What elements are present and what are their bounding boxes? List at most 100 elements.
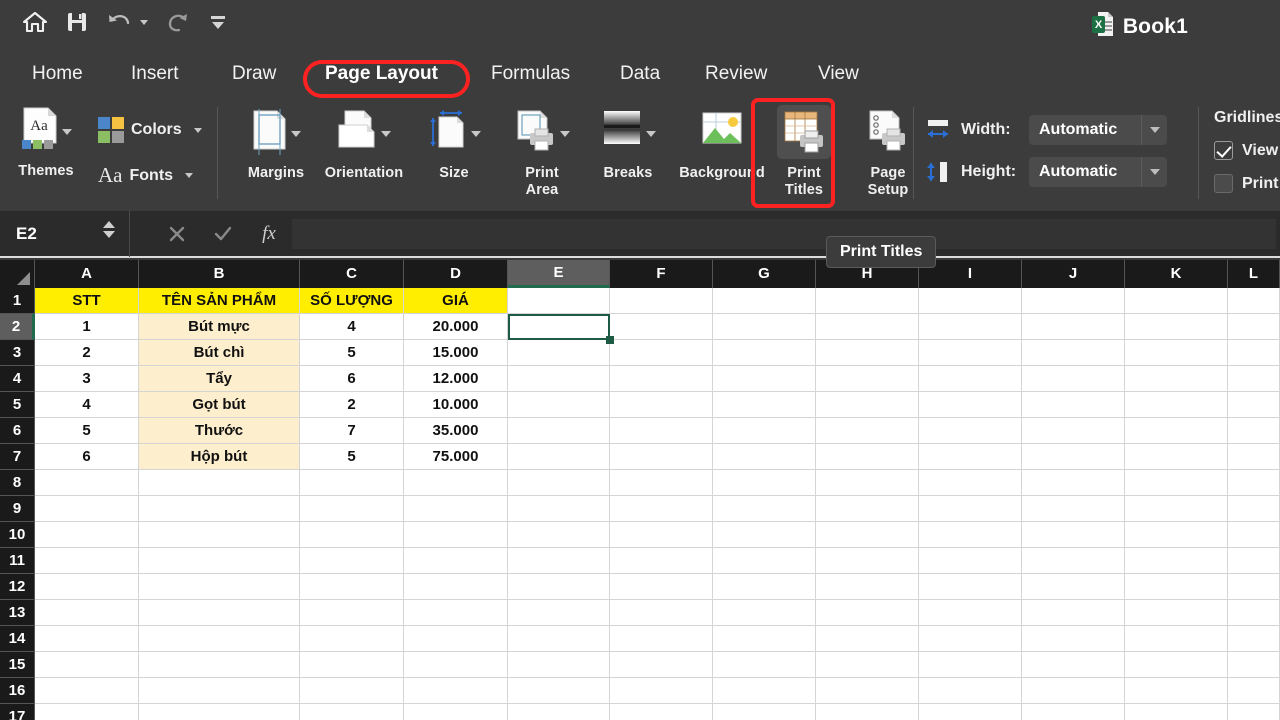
cell-H16[interactable]: [816, 678, 919, 704]
cell-L10[interactable]: [1228, 522, 1280, 548]
cell-F11[interactable]: [610, 548, 713, 574]
cell-H17[interactable]: [816, 704, 919, 720]
cell-H15[interactable]: [816, 652, 919, 678]
cell-I4[interactable]: [919, 366, 1022, 392]
cell-A17[interactable]: [35, 704, 139, 720]
cell-I1[interactable]: [919, 288, 1022, 314]
select-all-corner[interactable]: [0, 260, 35, 288]
cell-I15[interactable]: [919, 652, 1022, 678]
cell-H12[interactable]: [816, 574, 919, 600]
cell-B2[interactable]: Bút mực: [139, 314, 300, 340]
column-header-K[interactable]: K: [1125, 260, 1228, 288]
cell-D15[interactable]: [404, 652, 508, 678]
margins-button[interactable]: Margins: [230, 109, 322, 182]
themes-button[interactable]: Aa Themes: [8, 107, 84, 180]
cell-I8[interactable]: [919, 470, 1022, 496]
cell-L17[interactable]: [1228, 704, 1280, 720]
width-combobox[interactable]: Automatic: [1029, 115, 1167, 145]
cell-C9[interactable]: [300, 496, 404, 522]
cell-A3[interactable]: 2: [35, 340, 139, 366]
tab-insert[interactable]: Insert: [131, 52, 179, 95]
print-area-dropdown-icon[interactable]: [560, 131, 570, 137]
row-header-7[interactable]: 7: [0, 444, 35, 470]
cell-B12[interactable]: [139, 574, 300, 600]
orientation-dropdown-icon[interactable]: [381, 131, 391, 137]
cell-D10[interactable]: [404, 522, 508, 548]
cell-K14[interactable]: [1125, 626, 1228, 652]
cell-L3[interactable]: [1228, 340, 1280, 366]
cell-L9[interactable]: [1228, 496, 1280, 522]
cell-L4[interactable]: [1228, 366, 1280, 392]
cell-G9[interactable]: [713, 496, 816, 522]
row-header-4[interactable]: 4: [0, 366, 35, 392]
cell-C4[interactable]: 6: [300, 366, 404, 392]
cell-K15[interactable]: [1125, 652, 1228, 678]
cell-B11[interactable]: [139, 548, 300, 574]
cell-G15[interactable]: [713, 652, 816, 678]
undo-icon[interactable]: [106, 11, 148, 33]
cell-J14[interactable]: [1022, 626, 1125, 652]
cell-H4[interactable]: [816, 366, 919, 392]
print-titles-button[interactable]: Print Titles: [758, 105, 850, 199]
cell-F9[interactable]: [610, 496, 713, 522]
cell-D8[interactable]: [404, 470, 508, 496]
colors-dropdown-icon[interactable]: [193, 127, 202, 133]
cell-B10[interactable]: [139, 522, 300, 548]
cell-L13[interactable]: [1228, 600, 1280, 626]
column-header-B[interactable]: B: [139, 260, 300, 288]
cell-F3[interactable]: [610, 340, 713, 366]
cell-E7[interactable]: [508, 444, 610, 470]
row-header-17[interactable]: 17: [0, 704, 35, 720]
column-header-D[interactable]: D: [404, 260, 508, 288]
tab-review[interactable]: Review: [705, 52, 767, 95]
column-header-L[interactable]: L: [1228, 260, 1280, 288]
breaks-button[interactable]: Breaks: [582, 109, 674, 182]
cell-J9[interactable]: [1022, 496, 1125, 522]
cell-A13[interactable]: [35, 600, 139, 626]
cell-G17[interactable]: [713, 704, 816, 720]
cell-I16[interactable]: [919, 678, 1022, 704]
cell-C5[interactable]: 2: [300, 392, 404, 418]
column-header-F[interactable]: F: [610, 260, 713, 288]
cell-H11[interactable]: [816, 548, 919, 574]
cell-E6[interactable]: [508, 418, 610, 444]
cell-I10[interactable]: [919, 522, 1022, 548]
cell-J2[interactable]: [1022, 314, 1125, 340]
cell-I7[interactable]: [919, 444, 1022, 470]
cell-J7[interactable]: [1022, 444, 1125, 470]
cell-H10[interactable]: [816, 522, 919, 548]
cell-F14[interactable]: [610, 626, 713, 652]
cell-F5[interactable]: [610, 392, 713, 418]
cell-A8[interactable]: [35, 470, 139, 496]
cell-A15[interactable]: [35, 652, 139, 678]
cell-E17[interactable]: [508, 704, 610, 720]
cell-D5[interactable]: 10.000: [404, 392, 508, 418]
cell-E10[interactable]: [508, 522, 610, 548]
row-header-3[interactable]: 3: [0, 340, 35, 366]
tab-page-layout[interactable]: Page Layout: [325, 52, 438, 95]
height-combobox[interactable]: Automatic: [1029, 157, 1167, 187]
cell-G7[interactable]: [713, 444, 816, 470]
column-header-C[interactable]: C: [300, 260, 404, 288]
gridlines-print-checkbox[interactable]: [1214, 174, 1233, 193]
confirm-icon[interactable]: [200, 224, 246, 244]
cell-K17[interactable]: [1125, 704, 1228, 720]
name-box-spinner[interactable]: [103, 221, 115, 238]
cell-K2[interactable]: [1125, 314, 1228, 340]
cell-K8[interactable]: [1125, 470, 1228, 496]
cell-B7[interactable]: Hộp bút: [139, 444, 300, 470]
cell-G2[interactable]: [713, 314, 816, 340]
cell-F15[interactable]: [610, 652, 713, 678]
cell-D11[interactable]: [404, 548, 508, 574]
row-header-13[interactable]: 13: [0, 600, 35, 626]
cell-C6[interactable]: 7: [300, 418, 404, 444]
cell-E14[interactable]: [508, 626, 610, 652]
cell-C10[interactable]: [300, 522, 404, 548]
cell-H2[interactable]: [816, 314, 919, 340]
cell-F6[interactable]: [610, 418, 713, 444]
cell-C11[interactable]: [300, 548, 404, 574]
page-setup-button[interactable]: Page Setup: [842, 109, 934, 199]
tab-draw[interactable]: Draw: [232, 52, 276, 95]
cell-L12[interactable]: [1228, 574, 1280, 600]
cell-K16[interactable]: [1125, 678, 1228, 704]
